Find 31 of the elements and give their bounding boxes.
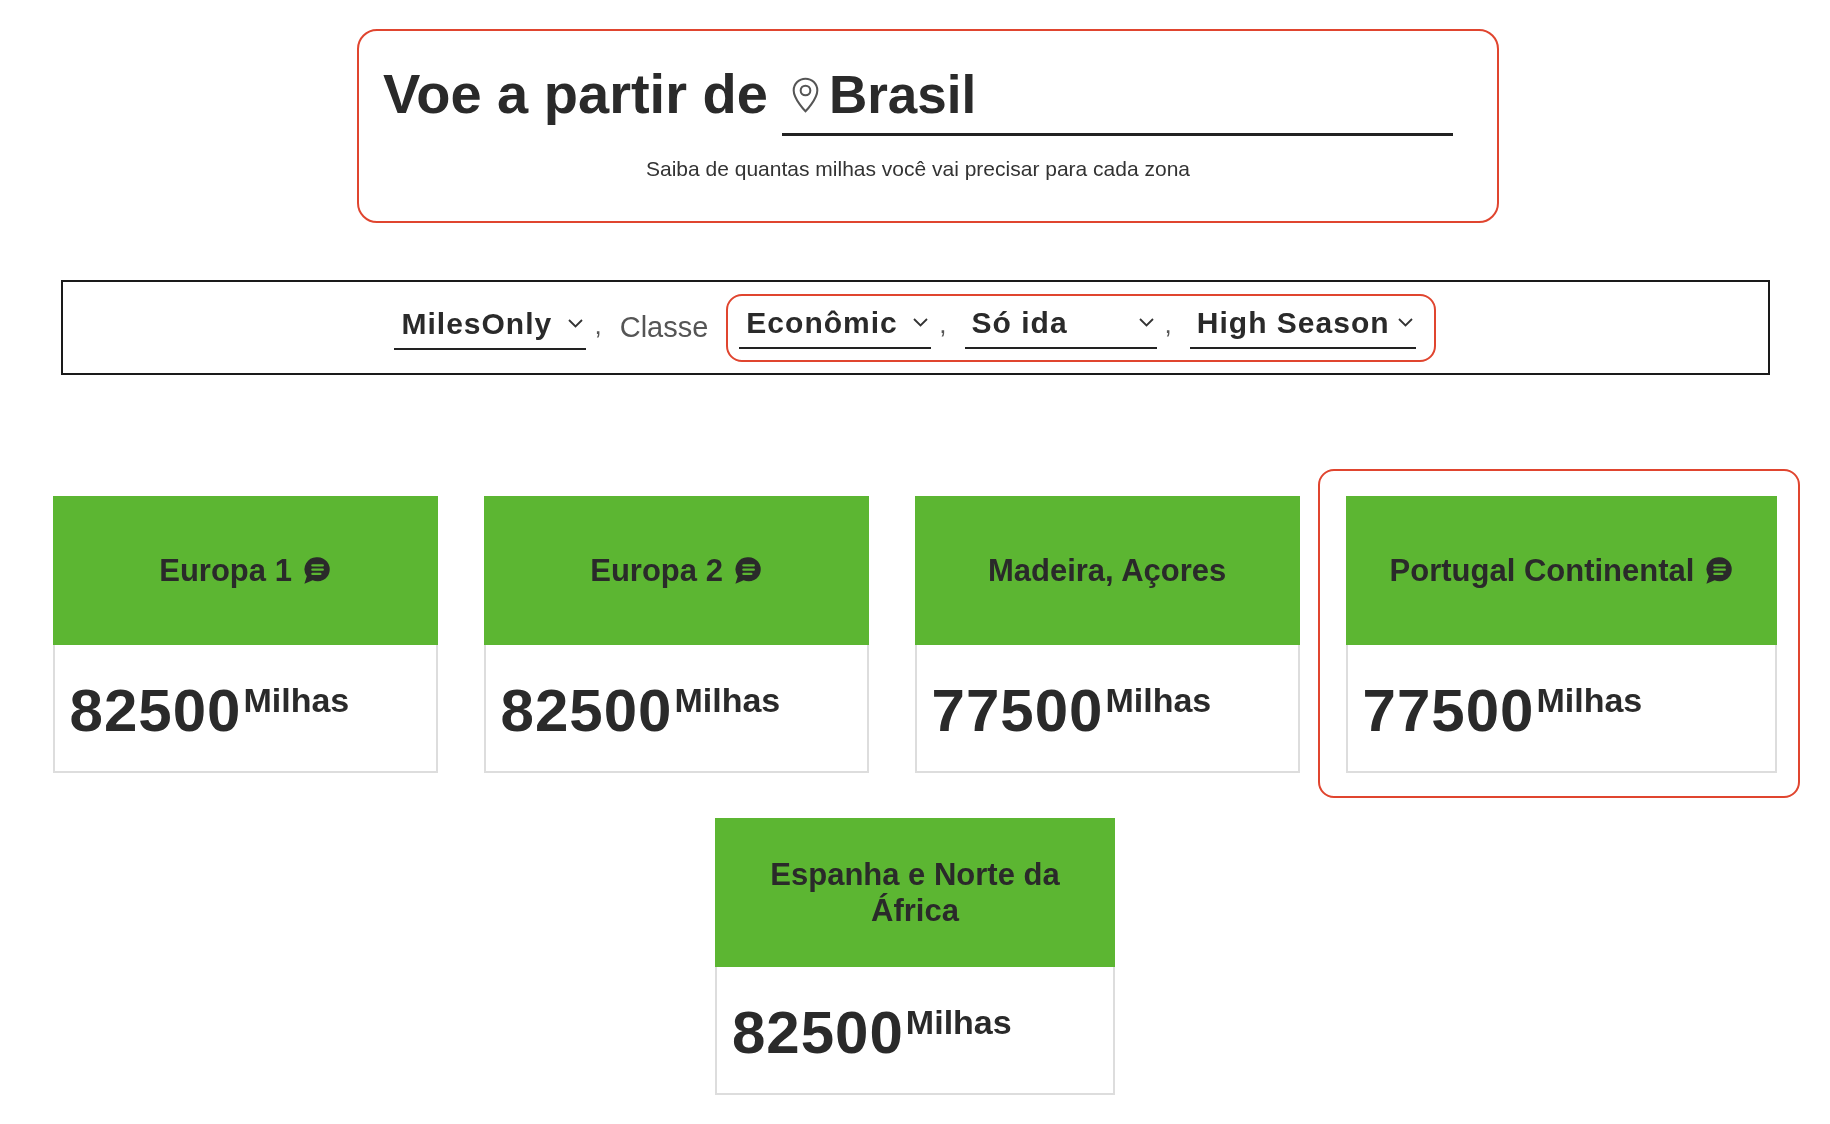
zone-name: Madeira, Açores: [987, 552, 1227, 589]
miles-amount: 77500: [1362, 681, 1535, 741]
class-label: Classe: [619, 311, 709, 344]
miles-amount: 82500: [500, 681, 673, 741]
chevron-down-icon: [1397, 318, 1413, 327]
miles-unit: Milhas: [674, 683, 781, 717]
comma-text: ,: [939, 308, 947, 340]
comma-text: ,: [1164, 308, 1172, 340]
zone-name: Europa 2: [590, 552, 723, 589]
comma-text: ,: [594, 309, 602, 341]
miles-amount: 82500: [732, 1003, 904, 1063]
miles-amount: 82500: [69, 681, 242, 741]
subtitle-text: Saiba de quantas milhas você vai precisar para cada zona: [645, 156, 1191, 182]
chevron-down-icon: [1138, 318, 1154, 327]
zone-name: Europa 1: [159, 552, 292, 589]
miles-unit: Milhas: [243, 683, 350, 717]
dropdown-select[interactable]: MilesOnly: [394, 305, 587, 350]
chevron-down-icon: [568, 319, 584, 328]
chevron-down-icon: [913, 318, 929, 327]
page-title: Voe a partir de: [383, 62, 768, 127]
location-pin-icon: [791, 77, 819, 113]
zone-name: Espanha e Norte da África: [769, 856, 1061, 929]
miles-amount: 77500: [931, 681, 1104, 741]
miles-unit: Milhas: [1536, 683, 1643, 717]
miles-unit: Milhas: [905, 1005, 1012, 1039]
miles-unit: Milhas: [1105, 683, 1212, 717]
location-field[interactable]: Brasil: [781, 65, 1453, 137]
dropdown-select[interactable]: High Season: [1189, 304, 1416, 349]
dropdown-select[interactable]: Econômic: [739, 304, 932, 349]
dropdown-select[interactable]: Só ida: [964, 304, 1157, 349]
zone-name: Portugal Continental: [1389, 552, 1695, 589]
